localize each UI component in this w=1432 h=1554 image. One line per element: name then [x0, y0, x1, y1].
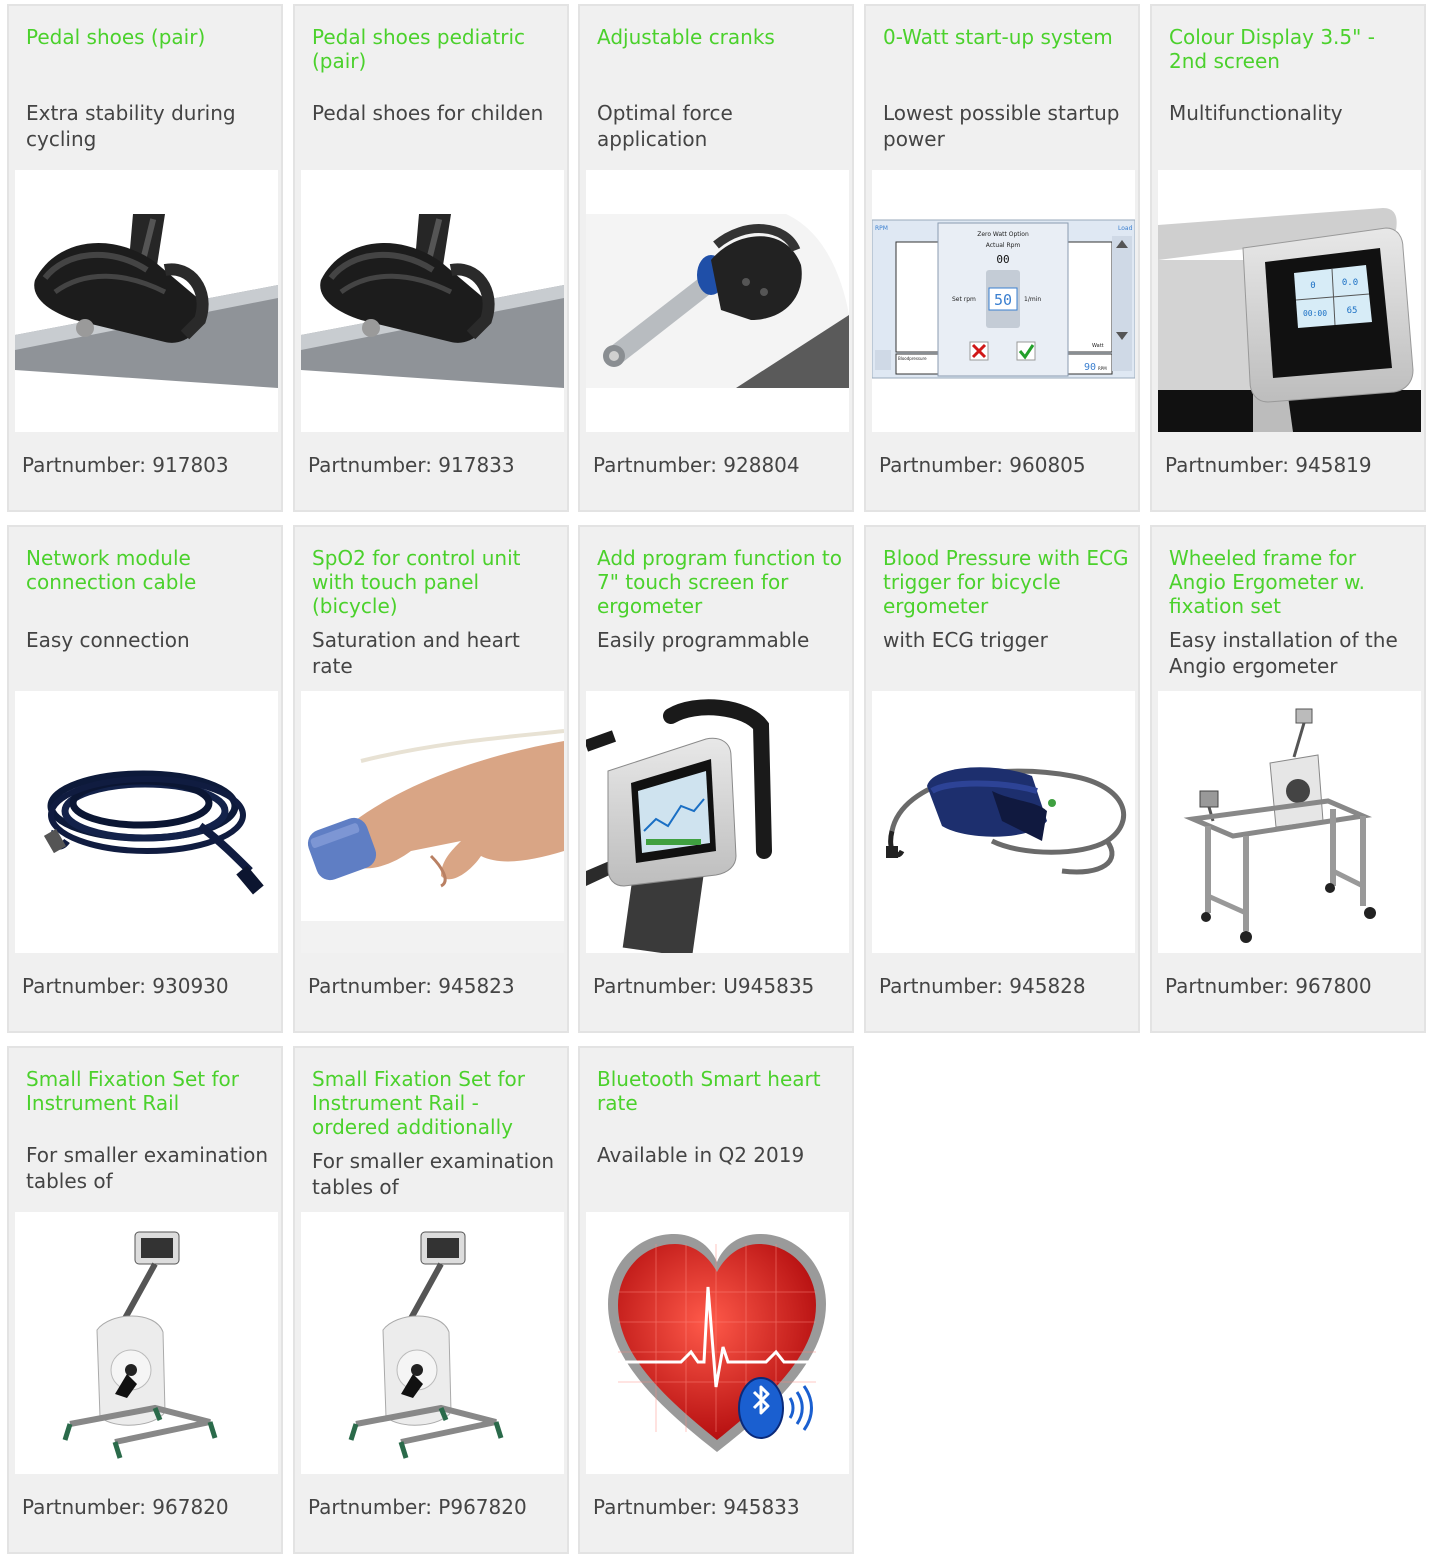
product-title[interactable]: Colour Display 3.5" - 2nd screen: [1169, 25, 1419, 73]
touch-screen-icon: [586, 699, 772, 953]
svg-text:RPM: RPM: [875, 225, 888, 232]
product-card[interactable]: Network module connection cable Easy con…: [7, 525, 283, 1033]
product-description: Multifunctionality: [1169, 101, 1343, 125]
bluetooth-heart-icon: [608, 1234, 826, 1452]
partnumber: Partnumber: 945819: [1165, 453, 1372, 477]
svg-text:0.0: 0.0: [1342, 278, 1358, 288]
accessory-grid: Pedal shoes (pair) Extra stability durin…: [7, 4, 1429, 1554]
svg-text:65: 65: [1347, 306, 1358, 316]
svg-text:50: 50: [994, 291, 1012, 309]
partnumber: Partnumber: 917803: [22, 453, 229, 477]
svg-text:Set rpm: Set rpm: [952, 296, 976, 303]
product-title[interactable]: Blood Pressure with ECG trigger for bicy…: [883, 546, 1133, 618]
product-title[interactable]: Pedal shoes (pair): [26, 25, 276, 49]
svg-text:RPM: RPM: [1098, 366, 1107, 371]
product-image[interactable]: [15, 170, 278, 432]
partnumber: Partnumber: P967820: [308, 1495, 527, 1519]
product-card[interactable]: Small Fixation Set for Instrument Rail F…: [7, 1046, 283, 1554]
product-description: Optimal force application: [597, 101, 733, 151]
product-title[interactable]: SpO2 for control unit with touch panel (…: [312, 546, 562, 618]
svg-text:00:00: 00:00: [1303, 309, 1327, 318]
product-title[interactable]: Network module connection cable: [26, 546, 276, 594]
svg-text:Watt: Watt: [1092, 343, 1104, 349]
product-description: Easily programmable: [597, 628, 810, 652]
svg-text:Load: Load: [1118, 225, 1133, 232]
zero-watt-screen-icon: RPM Load Zero Watt Option Actual Rpm 00 …: [872, 219, 1135, 379]
network-cable-icon: [43, 770, 264, 895]
svg-text:1/min: 1/min: [1024, 296, 1041, 303]
product-title[interactable]: Bluetooth Smart heart rate: [597, 1067, 847, 1115]
product-card[interactable]: Pedal shoes (pair) Extra stability durin…: [7, 4, 283, 512]
svg-text:Zero Watt Option: Zero Watt Option: [977, 231, 1029, 238]
wheeled-frame-icon: [1183, 708, 1376, 943]
partnumber: Partnumber: 945823: [308, 974, 515, 998]
product-description: Extra stability during cycling: [26, 101, 236, 151]
product-description: Lowest possible startup power: [883, 101, 1120, 151]
product-card[interactable]: Pedal shoes pediatric (pair) Pedal shoes…: [293, 4, 569, 512]
product-image[interactable]: [586, 170, 849, 432]
product-card[interactable]: Adjustable cranks Optimal force applicat…: [578, 4, 854, 512]
product-card[interactable]: Small Fixation Set for Instrument Rail -…: [293, 1046, 569, 1554]
product-description: Pedal shoes for childen: [312, 101, 544, 125]
product-image[interactable]: [301, 691, 564, 953]
product-card[interactable]: SpO2 for control unit with touch panel (…: [293, 525, 569, 1033]
svg-text:0: 0: [1310, 281, 1315, 291]
product-image[interactable]: [301, 1212, 564, 1474]
product-image[interactable]: [586, 1212, 849, 1474]
product-description: Saturation and heart rate: [312, 628, 520, 678]
product-title[interactable]: Adjustable cranks: [597, 25, 847, 49]
product-image[interactable]: [872, 691, 1135, 953]
svg-text:Bloodpressure: Bloodpressure: [898, 356, 927, 361]
partnumber: Partnumber: 945828: [879, 974, 1086, 998]
partnumber: Partnumber: 960805: [879, 453, 1086, 477]
product-image[interactable]: [15, 1212, 278, 1474]
partnumber: Partnumber: 928804: [593, 453, 800, 477]
product-card[interactable]: Wheeled frame for Angio Ergometer w. fix…: [1150, 525, 1426, 1033]
product-image[interactable]: [586, 691, 849, 953]
product-title[interactable]: Small Fixation Set for Instrument Rail: [26, 1067, 276, 1115]
product-card[interactable]: Blood Pressure with ECG trigger for bicy…: [864, 525, 1140, 1033]
product-image[interactable]: [301, 170, 564, 432]
product-title[interactable]: 0-Watt start-up system: [883, 25, 1133, 49]
pulse-oximeter-icon: [301, 729, 564, 953]
product-image[interactable]: [1158, 691, 1421, 953]
svg-text:Actual Rpm: Actual Rpm: [986, 242, 1021, 249]
product-description: For smaller examination tables of: [312, 1149, 555, 1199]
product-title[interactable]: Add program function to 7" touch screen …: [597, 546, 847, 618]
svg-text:90: 90: [1084, 362, 1096, 373]
product-card[interactable]: Add program function to 7" touch screen …: [578, 525, 854, 1033]
crank-icon: [586, 214, 849, 388]
pedal-shoe-icon: [15, 214, 278, 389]
product-image[interactable]: 0 0.0 00:00 65: [1158, 170, 1421, 432]
product-description: Easy installation of the Angio ergometer: [1169, 628, 1398, 678]
product-description: For smaller examination tables of: [26, 1143, 269, 1193]
product-description: with ECG trigger: [883, 628, 1048, 652]
partnumber: Partnumber: 967800: [1165, 974, 1372, 998]
colour-display-icon: 0 0.0 00:00 65: [1158, 170, 1421, 432]
partnumber: Partnumber: 967820: [22, 1495, 229, 1519]
partnumber: Partnumber: 930930: [22, 974, 229, 998]
partnumber: Partnumber: U945835: [593, 974, 815, 998]
product-description: Easy connection: [26, 628, 190, 652]
product-image[interactable]: [15, 691, 278, 953]
partnumber: Partnumber: 917833: [308, 453, 515, 477]
angio-ergometer-icon: [348, 1231, 504, 1459]
angio-ergometer-icon: [62, 1231, 218, 1459]
svg-text:00: 00: [996, 253, 1009, 266]
product-title[interactable]: Pedal shoes pediatric (pair): [312, 25, 562, 73]
blood-pressure-cuff-icon: [886, 767, 1126, 875]
product-title[interactable]: Wheeled frame for Angio Ergometer w. fix…: [1169, 546, 1419, 618]
product-title[interactable]: Small Fixation Set for Instrument Rail -…: [312, 1067, 562, 1139]
pedal-shoe-icon: [301, 214, 564, 389]
partnumber: Partnumber: 945833: [593, 1495, 800, 1519]
product-card[interactable]: 0-Watt start-up system Lowest possible s…: [864, 4, 1140, 512]
product-description: Available in Q2 2019: [597, 1143, 805, 1167]
product-image[interactable]: RPM Load Zero Watt Option Actual Rpm 00 …: [872, 170, 1135, 432]
product-card[interactable]: Colour Display 3.5" - 2nd screen Multifu…: [1150, 4, 1426, 512]
product-card[interactable]: Bluetooth Smart heart rate Available in …: [578, 1046, 854, 1554]
